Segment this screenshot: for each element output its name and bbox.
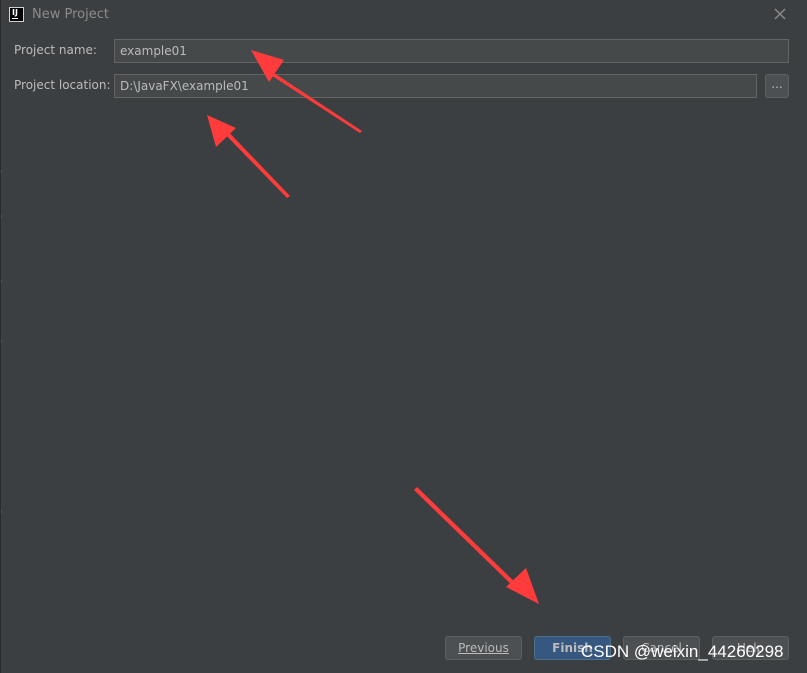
new-project-dialog: IJ New Project Project name: Project loc… — [0, 0, 807, 673]
arrow-to-name-shaft — [263, 67, 362, 133]
previous-button[interactable]: Previous — [445, 636, 522, 660]
arrow-to-location-shaft — [218, 124, 290, 198]
arrow-to-finish-head — [506, 568, 539, 604]
annotation-arrows — [207, 50, 539, 604]
arrow-to-finish-shaft — [414, 487, 523, 593]
watermark: CSDN @weixin_44260298 — [581, 642, 784, 661]
arrow-to-location-head — [207, 115, 236, 147]
